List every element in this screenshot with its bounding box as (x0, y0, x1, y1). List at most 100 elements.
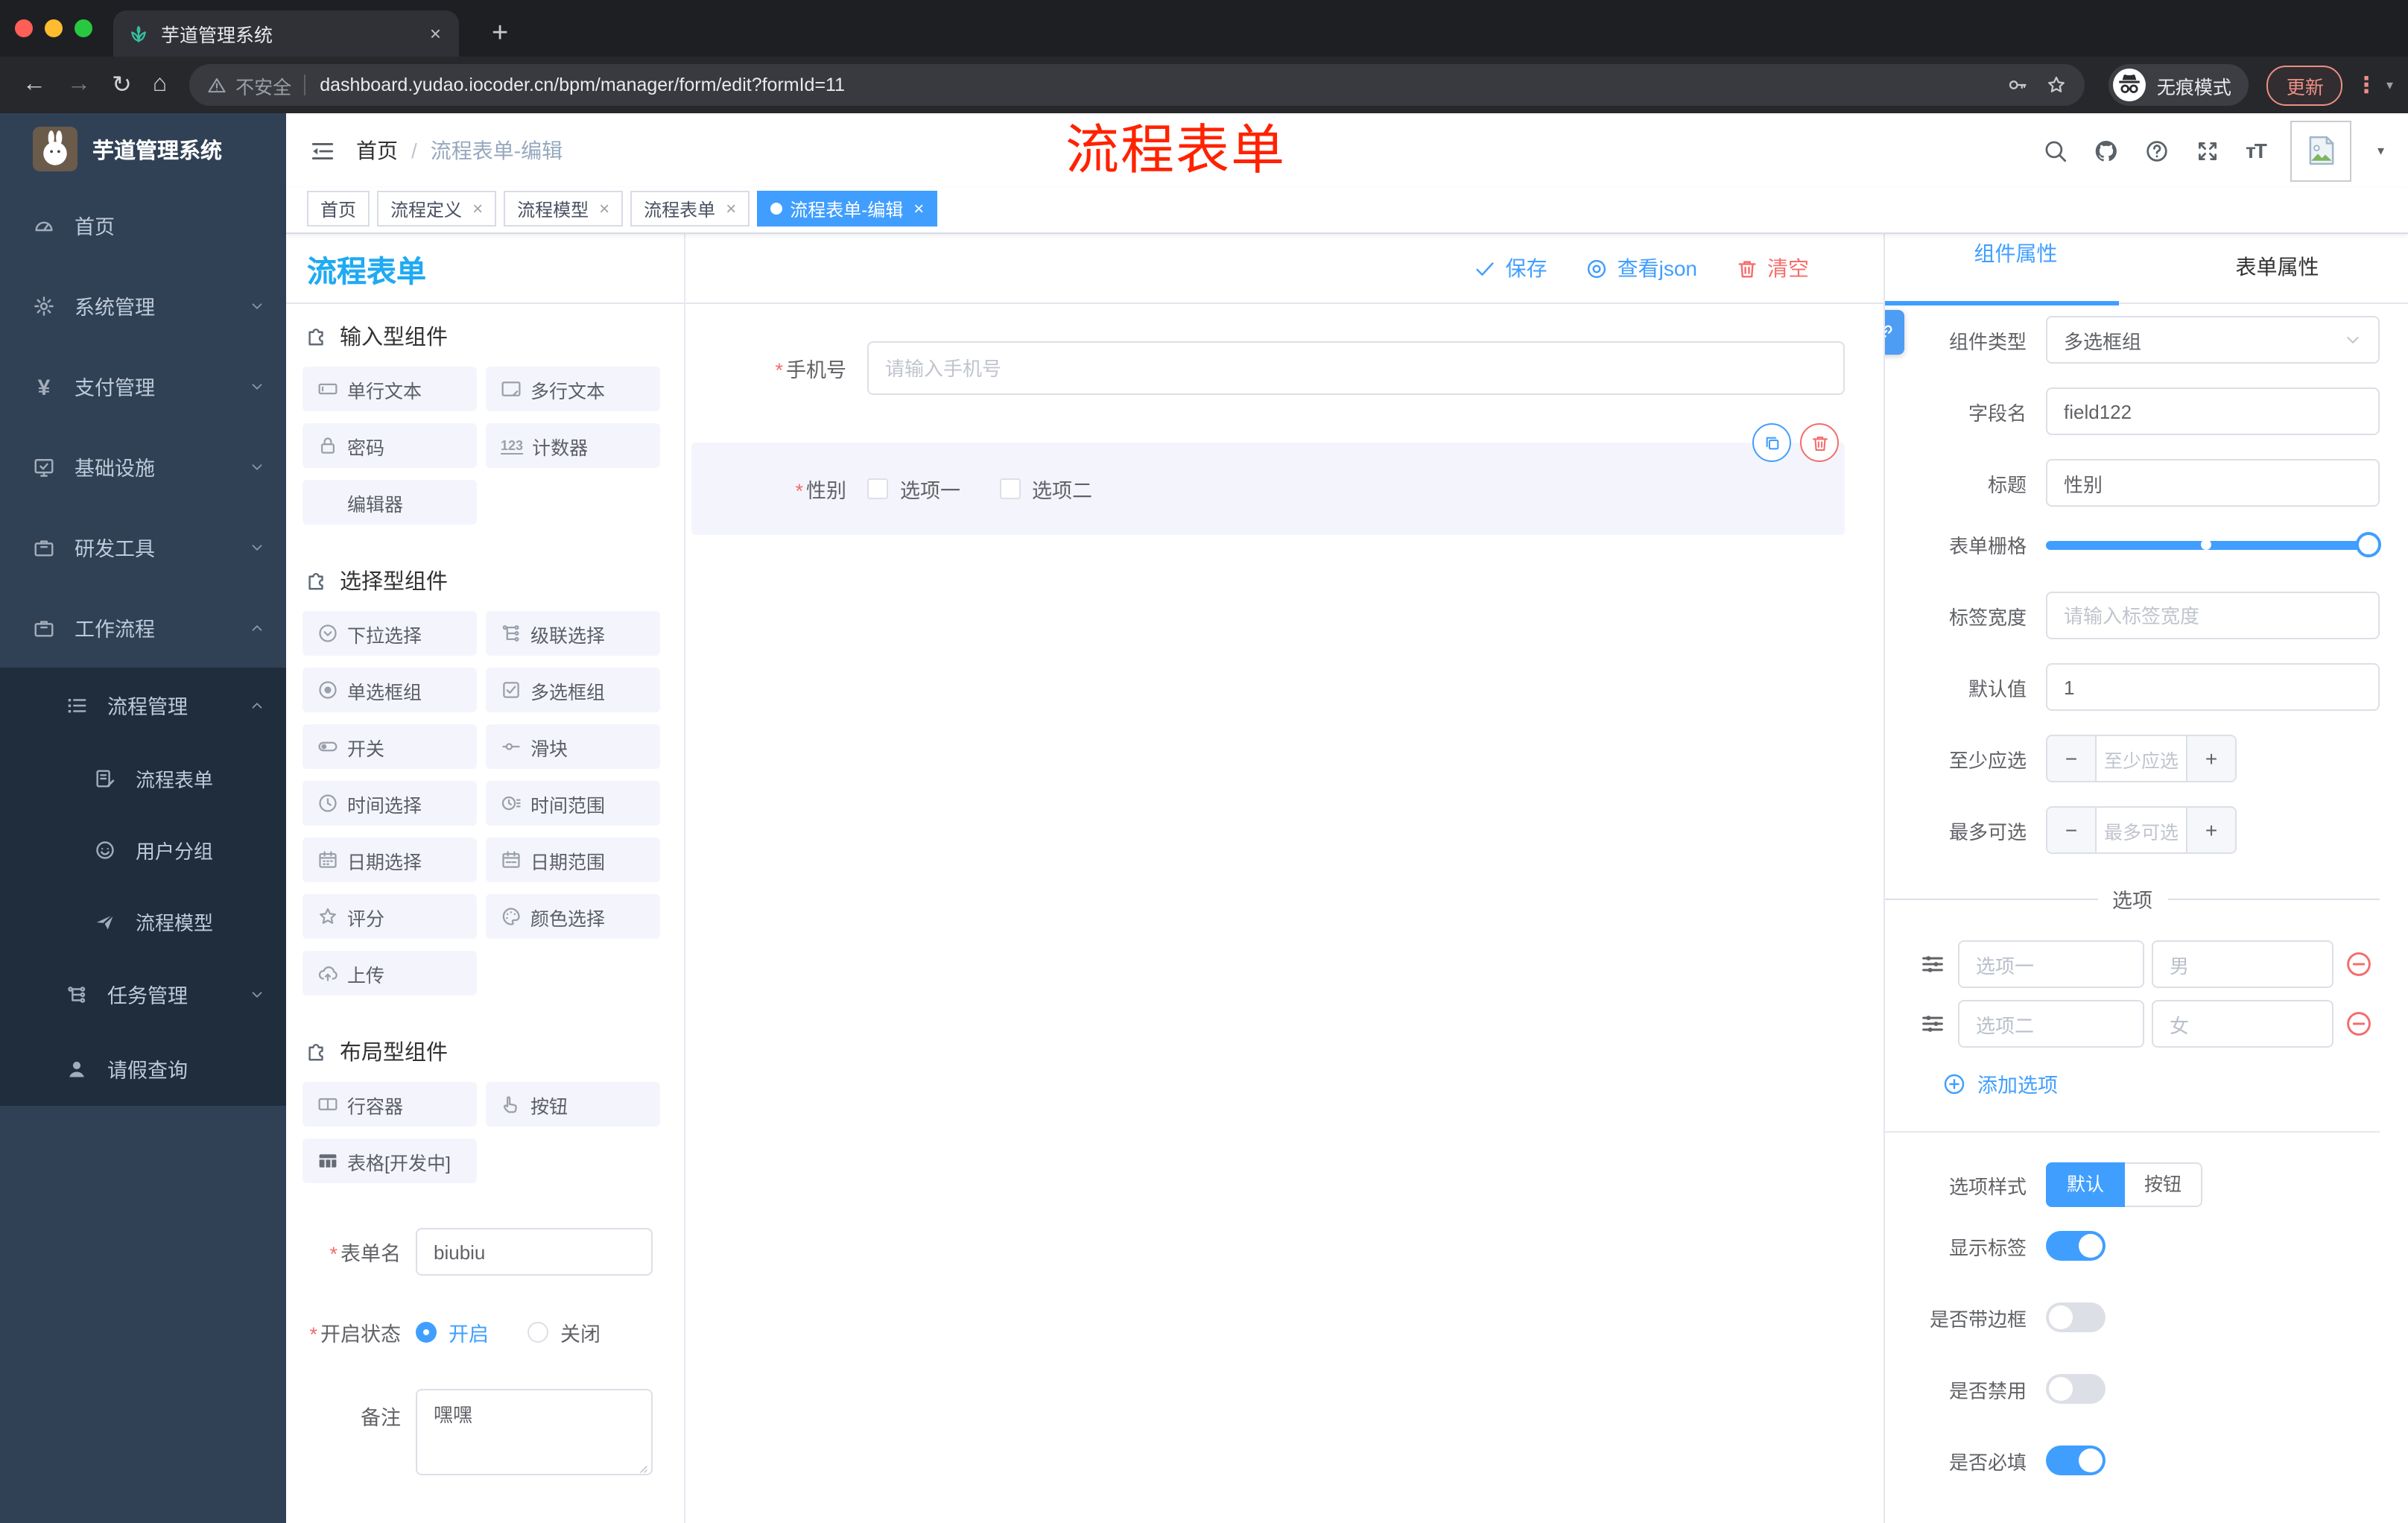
border-switch[interactable] (2046, 1302, 2106, 1332)
palette-item-select[interactable]: 下拉选择 (302, 611, 477, 656)
style-button-button[interactable]: 按钮 (2125, 1162, 2203, 1207)
palette-item-rate[interactable]: 评分 (302, 894, 477, 939)
tab-form-props[interactable]: 表单属性 (2146, 234, 2408, 303)
remove-option-button[interactable] (2345, 951, 2372, 978)
sidebar-item-user-group[interactable]: 用户分组 (0, 814, 286, 885)
palette-item-upload[interactable]: 上传 (302, 951, 477, 995)
tag-close-icon[interactable]: × (472, 198, 483, 219)
sidebar-item-task-management[interactable]: 任务管理 (0, 957, 286, 1031)
palette-item-cascader[interactable]: 级联选择 (486, 611, 660, 656)
palette-item-date-range[interactable]: 日期范围 (486, 838, 660, 882)
page-url[interactable]: dashboard.yudao.iocoder.cn/bpm/manager/f… (320, 75, 1990, 95)
tag-close-icon[interactable]: × (726, 198, 736, 219)
tag-close-icon[interactable]: × (599, 198, 609, 219)
required-switch[interactable] (2046, 1446, 2106, 1475)
status-radio-off[interactable]: 关闭 (527, 1317, 601, 1347)
palette-item-date-picker[interactable]: 日期选择 (302, 838, 477, 882)
tag-process-model[interactable]: 流程模型 × (504, 191, 624, 227)
stepper-increase-button[interactable]: + (2186, 736, 2235, 781)
palette-item-slider[interactable]: 滑块 (486, 724, 660, 769)
stepper-value[interactable]: 至少应选 (2097, 736, 2186, 781)
sidebar-item-process-model[interactable]: 流程模型 (0, 885, 286, 957)
toolbar-caret-icon[interactable]: ▾ (2386, 77, 2393, 93)
palette-item-row-container[interactable]: 行容器 (302, 1082, 477, 1127)
sidebar-logo[interactable]: 芋道管理系统 (0, 113, 286, 185)
sidebar-item-home[interactable]: 首页 (0, 185, 286, 265)
window-controls[interactable] (15, 0, 92, 57)
remove-option-button[interactable] (2345, 1010, 2372, 1037)
browser-menu-icon[interactable]: ⋮ (2355, 72, 2377, 98)
font-size-icon[interactable]: тT (2246, 139, 2267, 162)
bookmark-star-icon[interactable] (2047, 75, 2068, 95)
zoom-window-button[interactable] (75, 19, 92, 37)
forward-button[interactable]: → (57, 72, 101, 98)
help-icon[interactable] (2144, 138, 2170, 163)
canvas-field-phone[interactable]: * 手机号 (691, 341, 1845, 395)
palette-item-time-picker[interactable]: 时间选择 (302, 781, 477, 826)
field-name-input[interactable] (2046, 387, 2380, 435)
palette-item-button[interactable]: 按钮 (486, 1082, 660, 1127)
stepper-decrease-button[interactable]: − (2047, 808, 2097, 852)
palette-item-color-picker[interactable]: 颜色选择 (486, 894, 660, 939)
option-value-input[interactable] (2152, 1000, 2333, 1048)
drag-handle-icon[interactable] (1919, 1010, 1946, 1037)
slider-handle[interactable] (2356, 531, 2381, 557)
link-badge[interactable] (1885, 310, 1904, 355)
sidebar-item-workflow[interactable]: 工作流程 (0, 587, 286, 668)
palette-item-time-range[interactable]: 时间范围 (486, 781, 660, 826)
component-type-select[interactable]: 多选框组 (2046, 316, 2380, 364)
github-icon[interactable] (2094, 138, 2119, 163)
show-label-switch[interactable] (2046, 1231, 2106, 1261)
tag-process-form-edit[interactable]: 流程表单-编辑 × (757, 191, 938, 227)
phone-input[interactable] (867, 341, 1845, 395)
palette-item-switch[interactable]: 开关 (302, 724, 477, 769)
add-option-button[interactable]: 添加选项 (1943, 1068, 2380, 1098)
checkbox-unchecked-icon[interactable] (999, 478, 1020, 499)
sidebar-item-devtools[interactable]: 研发工具 (0, 507, 286, 587)
view-json-button[interactable]: 查看json (1586, 253, 1697, 283)
title-input[interactable] (2046, 459, 2380, 507)
palette-item-editor[interactable]: 编辑器 (302, 480, 477, 525)
delete-component-button[interactable] (1800, 423, 1839, 462)
palette-item-radio-group[interactable]: 单选框组 (302, 668, 477, 712)
address-bar[interactable]: 不安全 dashboard.yudao.iocoder.cn/bpm/manag… (189, 64, 2085, 106)
close-window-button[interactable] (15, 19, 33, 37)
back-button[interactable]: ← (12, 72, 57, 98)
palette-item-counter[interactable]: 123 计数器 (486, 423, 660, 468)
minimize-window-button[interactable] (45, 19, 63, 37)
clear-button[interactable]: 清空 (1736, 253, 1809, 283)
sidebar-item-process-form[interactable]: 流程表单 (0, 742, 286, 814)
fullscreen-icon[interactable] (2195, 138, 2220, 163)
tag-process-definition[interactable]: 流程定义 × (377, 191, 497, 227)
drag-handle-icon[interactable] (1919, 951, 1946, 978)
tag-close-icon[interactable]: × (913, 198, 924, 219)
palette-item-single-text[interactable]: 单行文本 (302, 367, 477, 411)
hamburger-icon[interactable] (310, 138, 335, 163)
tag-home[interactable]: 首页 (307, 191, 370, 227)
new-tab-button[interactable]: + (483, 12, 517, 57)
stepper-increase-button[interactable]: + (2186, 808, 2235, 852)
palette-item-checkbox-group[interactable]: 多选框组 (486, 668, 660, 712)
stepper-decrease-button[interactable]: − (2047, 736, 2097, 781)
tag-process-form[interactable]: 流程表单 × (630, 191, 750, 227)
reload-button[interactable]: ↻ (101, 70, 142, 100)
style-default-button[interactable]: 默认 (2046, 1162, 2126, 1207)
option-label-input[interactable] (1958, 940, 2144, 988)
tab-close-icon[interactable]: × (427, 22, 444, 45)
sidebar-item-system[interactable]: 系统管理 (0, 265, 286, 346)
form-grid-slider[interactable] (2046, 531, 2381, 557)
gender-option-1[interactable]: 选项一 (867, 474, 960, 504)
avatar-caret-icon[interactable]: ▾ (2377, 142, 2384, 159)
home-button[interactable]: ⌂ (142, 72, 177, 98)
palette-item-password[interactable]: 密码 (302, 423, 477, 468)
palette-item-table[interactable]: 表格[开发中] (302, 1139, 477, 1183)
copy-component-button[interactable] (1752, 423, 1791, 462)
save-button[interactable]: 保存 (1474, 253, 1547, 283)
browser-tab[interactable]: 芋道管理系统 × (113, 10, 459, 57)
breadcrumb-home[interactable]: 首页 (356, 136, 398, 165)
disabled-switch[interactable] (2046, 1374, 2106, 1404)
form-remark-textarea[interactable]: 嘿嘿 (416, 1389, 653, 1475)
palette-item-multi-text[interactable]: 多行文本 (486, 367, 660, 411)
sidebar-item-payment[interactable]: ¥ 支付管理 (0, 346, 286, 426)
search-icon[interactable] (2043, 138, 2068, 163)
